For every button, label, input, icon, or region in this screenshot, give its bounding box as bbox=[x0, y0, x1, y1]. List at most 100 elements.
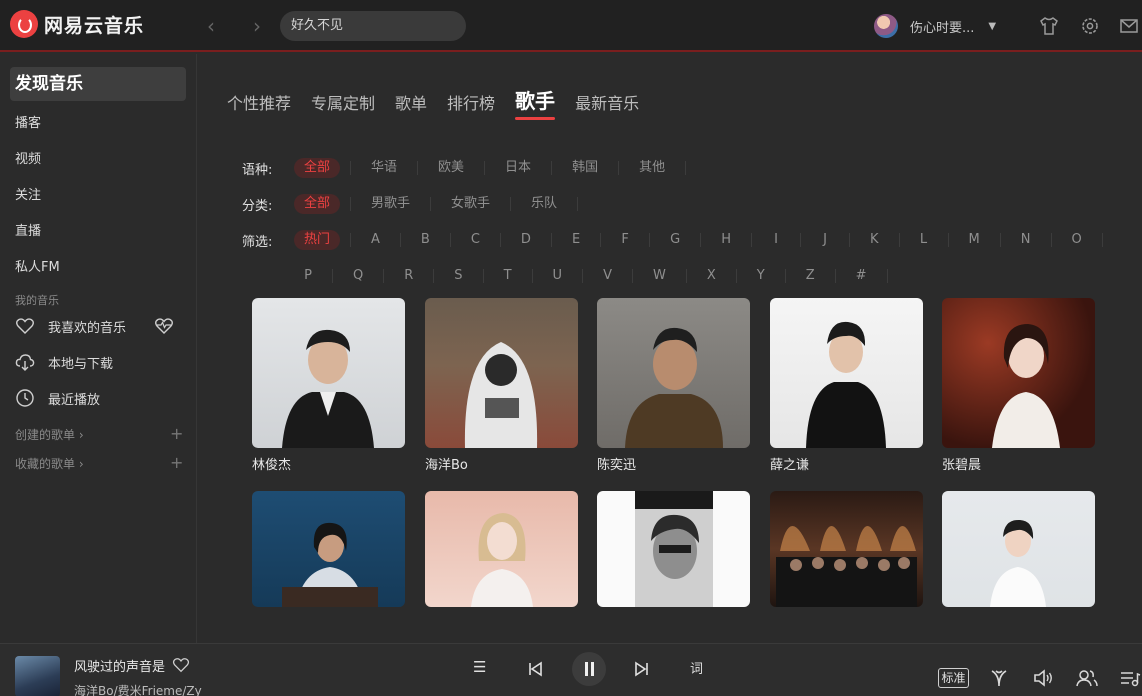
pause-button[interactable] bbox=[572, 652, 606, 686]
sidebar-item-personal-fm[interactable]: 私人FM bbox=[15, 256, 60, 275]
song-title[interactable]: 风驶过的声音是 bbox=[74, 656, 165, 675]
artist-photo[interactable] bbox=[425, 298, 578, 448]
filter-option[interactable]: # bbox=[846, 266, 877, 286]
chevron-down-icon[interactable]: ▼ bbox=[988, 21, 996, 32]
mail-icon[interactable] bbox=[1118, 15, 1140, 37]
song-artist[interactable]: 海洋Bo/费米Frieme/Zy bbox=[74, 682, 202, 696]
filter-option[interactable]: A bbox=[361, 230, 390, 250]
filter-option[interactable]: M bbox=[959, 230, 990, 250]
filter-option[interactable]: D bbox=[511, 230, 541, 250]
filter-option[interactable]: L bbox=[910, 230, 938, 250]
artist-card[interactable]: 薛之谦 bbox=[770, 298, 923, 473]
filter-option[interactable]: 全部 bbox=[294, 158, 341, 178]
filter-option[interactable]: I bbox=[762, 230, 790, 250]
filter-option[interactable]: E bbox=[562, 230, 590, 250]
filter-option[interactable]: R bbox=[394, 266, 423, 286]
next-track-icon[interactable] bbox=[634, 661, 650, 677]
artist-card[interactable] bbox=[942, 491, 1095, 613]
artist-photo[interactable] bbox=[942, 491, 1095, 607]
artist-card[interactable]: 陈奕迅 bbox=[597, 298, 750, 473]
filter-option[interactable]: J bbox=[811, 230, 839, 250]
sidebar-item-local-downloads[interactable]: 本地与下载 bbox=[15, 352, 113, 372]
quality-button[interactable]: 标准 bbox=[938, 668, 969, 688]
filter-option[interactable]: 女歌手 bbox=[441, 194, 500, 214]
filter-option[interactable]: X bbox=[697, 266, 726, 286]
artist-photo[interactable] bbox=[252, 298, 405, 448]
heartbeat-mode-icon[interactable] bbox=[153, 316, 175, 336]
artist-card[interactable] bbox=[252, 491, 405, 613]
filter-option[interactable]: Z bbox=[796, 266, 825, 286]
artist-card[interactable]: 海洋Bo bbox=[425, 298, 578, 473]
album-cover[interactable] bbox=[15, 656, 60, 696]
sound-effect-icon[interactable] bbox=[987, 666, 1011, 690]
back-arrow-icon[interactable]: ‹ bbox=[207, 14, 215, 38]
filter-option[interactable]: K bbox=[860, 230, 889, 250]
filter-option[interactable]: S bbox=[444, 266, 472, 286]
filter-option[interactable]: 欧美 bbox=[428, 158, 474, 178]
artist-photo[interactable] bbox=[942, 298, 1095, 448]
tab-new-music[interactable]: 最新音乐 bbox=[575, 90, 639, 114]
collected-playlists-heading[interactable]: 收藏的歌单 › bbox=[15, 455, 84, 472]
sidebar-item-discover-music[interactable]: 发现音乐 bbox=[10, 67, 186, 101]
artist-name[interactable]: 薛之谦 bbox=[770, 454, 923, 473]
filter-option[interactable]: W bbox=[643, 266, 676, 286]
artist-card[interactable]: 林俊杰 bbox=[252, 298, 405, 473]
filter-option[interactable]: H bbox=[711, 230, 741, 250]
artist-name[interactable]: 张碧晨 bbox=[942, 454, 1095, 473]
tab-personal-recommend[interactable]: 个性推荐 bbox=[227, 90, 291, 114]
filter-option[interactable]: U bbox=[543, 266, 573, 286]
artist-card[interactable] bbox=[597, 491, 750, 613]
filter-option[interactable]: 韩国 bbox=[562, 158, 608, 178]
filter-option[interactable]: B bbox=[411, 230, 440, 250]
lyrics-button[interactable]: 词 bbox=[690, 658, 703, 677]
filter-option[interactable]: T bbox=[494, 266, 522, 286]
filter-option[interactable]: 日本 bbox=[495, 158, 541, 178]
filter-option[interactable]: 其他 bbox=[629, 158, 675, 178]
artist-photo[interactable] bbox=[597, 298, 750, 448]
app-logo[interactable]: 网易云音乐 bbox=[10, 10, 144, 38]
sidebar-item-recent-plays[interactable]: 最近播放 bbox=[15, 388, 100, 408]
search-input[interactable]: 好久不见 bbox=[280, 11, 466, 41]
add-collected-playlist-icon[interactable]: + bbox=[170, 453, 183, 472]
filter-option[interactable]: 乐队 bbox=[521, 194, 567, 214]
tab-playlists[interactable]: 歌单 bbox=[395, 90, 427, 114]
filter-option[interactable]: 华语 bbox=[361, 158, 407, 178]
forward-arrow-icon[interactable]: › bbox=[253, 14, 261, 38]
artist-photo[interactable] bbox=[252, 491, 405, 607]
playlist-mode-icon[interactable]: ☰ bbox=[473, 658, 486, 676]
sidebar-item-video[interactable]: 视频 bbox=[15, 148, 41, 167]
artist-photo[interactable] bbox=[425, 491, 578, 607]
artist-card[interactable]: 张碧晨 bbox=[942, 298, 1095, 473]
tab-custom[interactable]: 专属定制 bbox=[311, 90, 375, 114]
filter-option[interactable]: P bbox=[294, 266, 322, 286]
filter-option[interactable]: Y bbox=[747, 266, 775, 286]
filter-option[interactable]: 全部 bbox=[294, 194, 341, 214]
settings-gear-icon[interactable] bbox=[1079, 15, 1101, 37]
filter-option[interactable]: N bbox=[1011, 230, 1041, 250]
username[interactable]: 伤心时要... bbox=[910, 17, 974, 36]
artist-name[interactable]: 海洋Bo bbox=[425, 454, 578, 473]
filter-option[interactable]: Q bbox=[343, 266, 373, 286]
volume-icon[interactable] bbox=[1031, 666, 1055, 690]
artist-photo[interactable] bbox=[597, 491, 750, 607]
tab-charts[interactable]: 排行榜 bbox=[447, 90, 495, 114]
filter-option[interactable]: G bbox=[660, 230, 690, 250]
artist-photo[interactable] bbox=[770, 298, 923, 448]
avatar[interactable] bbox=[874, 14, 898, 38]
like-heart-icon[interactable] bbox=[172, 656, 190, 674]
listen-together-icon[interactable] bbox=[1075, 666, 1099, 690]
previous-track-icon[interactable] bbox=[527, 661, 543, 677]
add-playlist-icon[interactable]: + bbox=[170, 424, 183, 443]
artist-name[interactable]: 陈奕迅 bbox=[597, 454, 750, 473]
sidebar-item-follow[interactable]: 关注 bbox=[15, 184, 41, 203]
sidebar-item-live[interactable]: 直播 bbox=[15, 220, 41, 239]
filter-option[interactable]: V bbox=[593, 266, 622, 286]
filter-option[interactable]: O bbox=[1062, 230, 1092, 250]
sidebar-item-liked-music[interactable]: 我喜欢的音乐 bbox=[15, 316, 126, 336]
filter-option[interactable]: 男歌手 bbox=[361, 194, 420, 214]
tab-artists[interactable]: 歌手 bbox=[515, 85, 556, 120]
artist-card[interactable] bbox=[425, 491, 578, 613]
filter-option[interactable]: F bbox=[611, 230, 639, 250]
sidebar-item-podcast[interactable]: 播客 bbox=[15, 112, 41, 131]
artist-photo[interactable] bbox=[770, 491, 923, 607]
